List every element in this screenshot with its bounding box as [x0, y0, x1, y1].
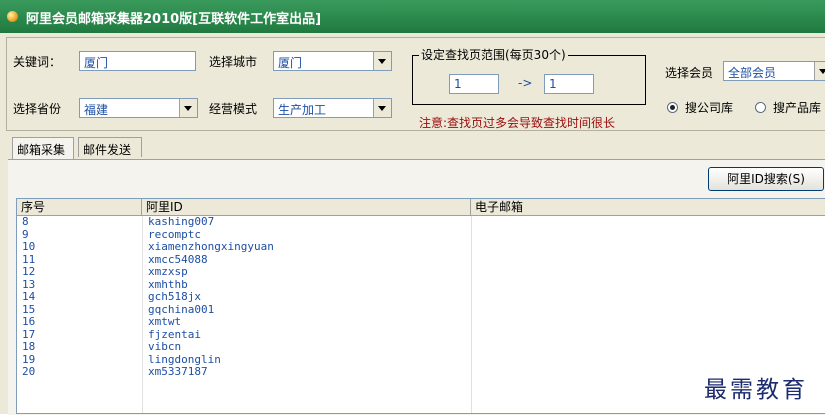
cell-num: 16	[22, 315, 36, 328]
radio-product-label[interactable]: 搜产品库	[773, 99, 821, 116]
table-row[interactable]: 9 recomptc	[17, 227, 825, 242]
column-header-num[interactable]: 序号	[17, 199, 142, 215]
chevron-down-icon[interactable]	[373, 99, 391, 117]
cell-num: 13	[22, 277, 36, 291]
cell-ali-id: vibcn	[148, 340, 182, 353]
keyword-input[interactable]: 厦门	[79, 51, 196, 71]
page-arrow: ->	[518, 76, 533, 90]
member-value: 全部会员	[728, 66, 777, 80]
page-from-input[interactable]: 1	[449, 74, 499, 94]
page-from-value: 1	[454, 77, 462, 91]
cell-ali-id: gqchina001	[148, 302, 215, 316]
cell-num: 20	[22, 365, 36, 378]
city-value: 厦门	[278, 56, 303, 70]
page-range-title: 设定查找页范围(每页30个)	[419, 46, 568, 63]
table-row[interactable]: 10 xiamenzhongxingyuan	[17, 241, 825, 254]
column-header-email[interactable]: 电子邮箱	[471, 199, 825, 215]
warning-note: 注意:查找页过多会导致查找时间很长	[419, 116, 616, 130]
table-row[interactable]: 13 xmhthb	[17, 277, 825, 292]
cell-num: 10	[22, 240, 36, 253]
cell-ali-id: xmhthb	[148, 277, 188, 291]
cell-num: 11	[22, 252, 36, 266]
app-icon	[7, 11, 18, 22]
ali-id-search-button[interactable]: 阿里ID搜索(S)	[708, 167, 824, 191]
search-form: 关键词： 厦门 选择城市 厦门 选择省份 福建 经营模式 生产加工 设定查找页范…	[6, 37, 825, 131]
page-to-input[interactable]: 1	[544, 74, 594, 94]
cell-ali-id: gch518jx	[148, 290, 201, 303]
chevron-down-icon[interactable]	[179, 99, 197, 117]
title-bar: 阿里会员邮箱采集器2010版[互联软件工作室出品]	[0, 0, 825, 34]
radio-company[interactable]	[667, 102, 678, 113]
cell-num: 17	[22, 327, 36, 341]
cell-num: 8	[22, 215, 29, 228]
table-row[interactable]: 18 vibcn	[17, 341, 825, 354]
cell-ali-id: xm5337187	[148, 365, 208, 378]
table-row[interactable]: 15 gqchina001	[17, 302, 825, 317]
cell-num: 12	[22, 265, 36, 278]
table-row[interactable]: 12 xmzxsp	[17, 266, 825, 279]
window-title: 阿里会员邮箱采集器2010版[互联软件工作室出品]	[26, 12, 322, 27]
cell-num: 14	[22, 290, 36, 303]
page-to-value: 1	[549, 77, 557, 91]
table-header: 序号 阿里ID 电子邮箱	[17, 199, 825, 216]
table-body: 8 kashing007 9 recomptc 10 xiamenzhongxingyua…	[17, 216, 825, 379]
cell-num: 19	[22, 352, 36, 366]
cell-ali-id: recomptc	[148, 227, 201, 241]
tab-mail-send[interactable]: 邮件发送	[78, 137, 142, 157]
cell-ali-id: xmcc54088	[148, 252, 208, 266]
member-select[interactable]: 全部会员	[723, 61, 825, 81]
province-select[interactable]: 福建	[79, 98, 198, 118]
province-label: 选择省份	[13, 102, 62, 116]
table-row[interactable]: 17 fjzentai	[17, 327, 825, 342]
keyword-value: 厦门	[84, 56, 109, 70]
keyword-label: 关键词：	[13, 55, 62, 69]
chevron-down-icon[interactable]	[814, 62, 825, 80]
cell-num: 9	[22, 227, 29, 241]
province-value: 福建	[84, 103, 109, 117]
cell-num: 18	[22, 340, 36, 353]
city-select[interactable]: 厦门	[273, 51, 392, 71]
table-row[interactable]: 8 kashing007	[17, 216, 825, 229]
cell-ali-id: xiamenzhongxingyuan	[148, 240, 274, 253]
table-row[interactable]: 11 xmcc54088	[17, 252, 825, 267]
table-row[interactable]: 16 xmtwt	[17, 316, 825, 329]
mode-select[interactable]: 生产加工	[273, 98, 392, 118]
cell-ali-id: fjzentai	[148, 327, 201, 341]
city-label: 选择城市	[209, 55, 258, 69]
chevron-down-icon[interactable]	[373, 52, 391, 70]
cell-num: 15	[22, 302, 36, 316]
watermark: 最需教育	[704, 377, 808, 403]
cell-ali-id: xmzxsp	[148, 265, 188, 278]
cell-ali-id: xmtwt	[148, 315, 182, 328]
radio-company-label[interactable]: 搜公司库	[685, 99, 733, 116]
cell-ali-id: kashing007	[148, 215, 215, 228]
cell-ali-id: lingdonglin	[148, 352, 221, 366]
mode-value: 生产加工	[278, 103, 327, 117]
radio-product[interactable]	[755, 102, 766, 113]
table-row[interactable]: 14 gch518jx	[17, 291, 825, 304]
table-row[interactable]: 19 lingdonglin	[17, 352, 825, 367]
column-header-id[interactable]: 阿里ID	[142, 199, 471, 215]
member-label: 选择会员	[665, 66, 714, 80]
mode-label: 经营模式	[209, 102, 258, 116]
tab-mail-collect[interactable]: 邮箱采集	[12, 137, 74, 159]
